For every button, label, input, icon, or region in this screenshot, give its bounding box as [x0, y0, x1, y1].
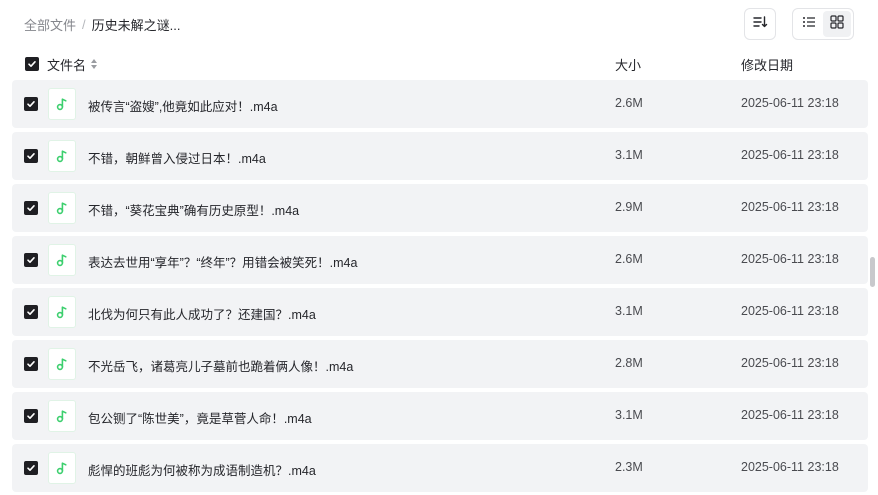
- view-mode-toggle: [792, 8, 854, 40]
- file-name: 包公铡了“陈世美”，竟是草菅人命！.m4a: [88, 412, 312, 426]
- file-size: 2.6M: [615, 96, 643, 110]
- file-name: 不错，“葵花宝典”确有历史原型！.m4a: [88, 204, 300, 218]
- file-modified-date: 2025-06-11 23:18: [741, 96, 839, 110]
- audio-file-icon: [48, 452, 76, 484]
- grid-view-button[interactable]: [823, 11, 851, 37]
- row-checkbox[interactable]: [24, 253, 38, 267]
- audio-file-icon: [48, 140, 76, 172]
- breadcrumb-current-folder: 历史未解之谜...: [91, 17, 181, 33]
- audio-file-icon: [48, 296, 76, 328]
- column-header-name-label: 文件名: [47, 57, 87, 73]
- file-name: 被传言“盗嫂”,他竟如此应对！.m4a: [88, 100, 278, 114]
- list-view-button[interactable]: [795, 11, 823, 37]
- table-row[interactable]: 表达去世用“享年”？“终年”？用错会被笑死！.m4a 2.6M 2025-06-…: [12, 236, 868, 284]
- table-row[interactable]: 被传言“盗嫂”,他竟如此应对！.m4a 2.6M 2025-06-11 23:1…: [12, 80, 868, 128]
- file-name: 不光岳飞，诸葛亮儿子墓前也跪着俩人像！.m4a: [88, 360, 354, 374]
- breadcrumb-root-link[interactable]: 全部文件: [24, 15, 76, 34]
- row-checkbox[interactable]: [24, 409, 38, 423]
- table-header: 文件名 大小 修改日期: [12, 50, 868, 78]
- table-row[interactable]: 不错，“葵花宝典”确有历史原型！.m4a 2.9M 2025-06-11 23:…: [12, 184, 868, 232]
- audio-file-icon: [48, 192, 76, 224]
- row-checkbox[interactable]: [24, 305, 38, 319]
- audio-file-icon: [48, 88, 76, 120]
- breadcrumb: 全部文件 / 历史未解之谜...: [24, 15, 180, 33]
- sort-button[interactable]: [744, 8, 776, 40]
- audio-file-icon: [48, 400, 76, 432]
- audio-file-icon: [48, 244, 76, 276]
- sort-icon: [752, 14, 768, 35]
- row-checkbox[interactable]: [24, 357, 38, 371]
- file-size: 2.6M: [615, 252, 643, 266]
- table-row[interactable]: 彪悍的班彪为何被称为成语制造机？.m4a 2.3M 2025-06-11 23:…: [12, 444, 868, 492]
- file-name: 北伐为何只有此人成功了？还建国？.m4a: [88, 308, 316, 322]
- file-name: 表达去世用“享年”？“终年”？用错会被笑死！.m4a: [88, 256, 358, 270]
- table-row[interactable]: 不光岳飞，诸葛亮儿子墓前也跪着俩人像！.m4a 2.8M 2025-06-11 …: [12, 340, 868, 388]
- file-modified-date: 2025-06-11 23:18: [741, 304, 839, 318]
- file-modified-date: 2025-06-11 23:18: [741, 356, 839, 370]
- file-name: 不错，朝鲜曾入侵过日本！.m4a: [88, 152, 266, 166]
- sort-arrows-icon: [90, 58, 98, 70]
- file-name: 彪悍的班彪为何被称为成语制造机？.m4a: [88, 464, 316, 478]
- file-modified-date: 2025-06-11 23:18: [741, 460, 839, 474]
- table-row[interactable]: 不错，朝鲜曾入侵过日本！.m4a 3.1M 2025-06-11 23:18: [12, 132, 868, 180]
- file-size: 2.3M: [615, 460, 643, 474]
- row-checkbox[interactable]: [24, 201, 38, 215]
- column-header-size[interactable]: 大小: [615, 55, 641, 74]
- file-list: 被传言“盗嫂”,他竟如此应对！.m4a 2.6M 2025-06-11 23:1…: [12, 80, 868, 495]
- row-checkbox[interactable]: [24, 149, 38, 163]
- table-row[interactable]: 北伐为何只有此人成功了？还建国？.m4a 3.1M 2025-06-11 23:…: [12, 288, 868, 336]
- file-size: 2.8M: [615, 356, 643, 370]
- grid-view-icon: [830, 14, 844, 34]
- file-modified-date: 2025-06-11 23:18: [741, 148, 839, 162]
- row-checkbox[interactable]: [24, 97, 38, 111]
- vertical-scrollbar[interactable]: [870, 257, 875, 287]
- table-row[interactable]: 包公铡了“陈世美”，竟是草菅人命！.m4a 3.1M 2025-06-11 23…: [12, 392, 868, 440]
- file-size: 3.1M: [615, 148, 643, 162]
- breadcrumb-separator: /: [82, 16, 86, 32]
- row-checkbox[interactable]: [24, 461, 38, 475]
- file-modified-date: 2025-06-11 23:18: [741, 200, 839, 214]
- file-size: 2.9M: [615, 200, 643, 214]
- file-size: 3.1M: [615, 304, 643, 318]
- list-view-icon: [802, 15, 816, 34]
- select-all-checkbox[interactable]: [25, 57, 39, 71]
- file-modified-date: 2025-06-11 23:18: [741, 408, 839, 422]
- file-modified-date: 2025-06-11 23:18: [741, 252, 839, 266]
- audio-file-icon: [48, 348, 76, 380]
- column-header-name[interactable]: 文件名: [47, 55, 98, 74]
- file-size: 3.1M: [615, 408, 643, 422]
- column-header-modified[interactable]: 修改日期: [741, 55, 793, 74]
